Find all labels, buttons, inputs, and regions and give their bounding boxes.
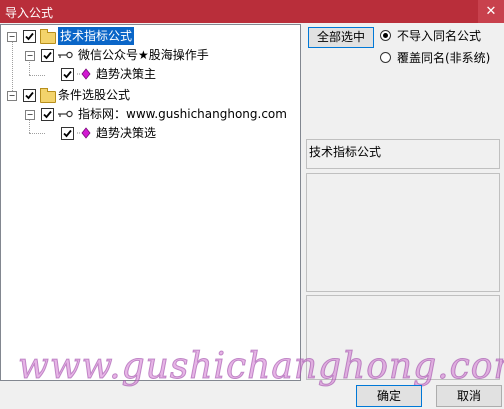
collapse-icon[interactable]: − (7, 91, 17, 101)
window-title: 导入公式 (5, 6, 54, 20)
check-icon (63, 129, 72, 138)
tree-node-technical-formulas[interactable]: − 技术指标公式 (1, 27, 300, 45)
check-icon (25, 91, 34, 100)
close-button[interactable]: ✕ (478, 0, 504, 23)
formula-info-title-text: 技术指标公式 (309, 145, 382, 159)
formula-tree[interactable]: − 技术指标公式 − 微信公众号★股海操作手 趋势决策主 − 条件选股公式 − … (0, 24, 301, 381)
tree-checkbox[interactable] (23, 30, 36, 43)
tree-node-label: 指标网：www.gushichanghong.com (78, 107, 287, 121)
tree-node-label: 趋势决策选 (96, 126, 157, 140)
cancel-button[interactable]: 取消 (436, 385, 502, 407)
radio-no-import[interactable]: 不导入同名公式 (380, 28, 502, 44)
formula-info-title: 技术指标公式 (306, 139, 500, 169)
formula-params-box (306, 295, 500, 380)
radio-label: 不导入同名公式 (397, 29, 482, 43)
select-all-button[interactable]: 全部选中 (308, 27, 374, 48)
radio-label: 覆盖同名(非系统) (397, 51, 491, 65)
tree-checkbox[interactable] (61, 127, 74, 140)
tree-node-trend-select[interactable]: 趋势决策选 (1, 124, 300, 142)
gem-icon (77, 127, 91, 139)
tree-node-indicator-site[interactable]: − 指标网：www.gushichanghong.com (1, 105, 300, 123)
tree-node-label: 技术指标公式 (58, 27, 135, 45)
title-bar: 导入公式 ✕ (0, 0, 504, 23)
check-icon (43, 110, 52, 119)
gem-icon (77, 68, 91, 80)
check-icon (43, 51, 52, 60)
collapse-icon[interactable]: − (7, 32, 17, 42)
tree-node-wechat-formula[interactable]: − 微信公众号★股海操作手 (1, 46, 300, 64)
tree-checkbox[interactable] (23, 89, 36, 102)
tree-node-stock-selection-formulas[interactable]: − 条件选股公式 (1, 86, 300, 104)
folder-icon (40, 29, 56, 44)
folder-icon (40, 88, 56, 103)
tree-node-label: 条件选股公式 (58, 88, 131, 102)
tree-node-label: 趋势决策主 (96, 67, 157, 81)
radio-overwrite[interactable]: 覆盖同名(非系统) (380, 50, 502, 66)
tree-checkbox[interactable] (41, 49, 54, 62)
check-icon (25, 32, 34, 41)
tree-node-label: 微信公众号★股海操作手 (78, 48, 209, 62)
check-icon (63, 70, 72, 79)
tree-checkbox[interactable] (61, 68, 74, 81)
key-icon (58, 110, 73, 118)
ok-button[interactable]: 确定 (356, 385, 422, 407)
tree-checkbox[interactable] (41, 108, 54, 121)
close-icon: ✕ (485, 4, 497, 19)
key-icon (58, 51, 73, 59)
tree-node-trend-main[interactable]: 趋势决策主 (1, 65, 300, 83)
collapse-icon[interactable]: − (25, 51, 35, 61)
collapse-icon[interactable]: − (25, 110, 35, 120)
radio-button[interactable] (380, 52, 391, 63)
radio-button[interactable] (380, 30, 391, 41)
formula-description-box (306, 173, 500, 292)
